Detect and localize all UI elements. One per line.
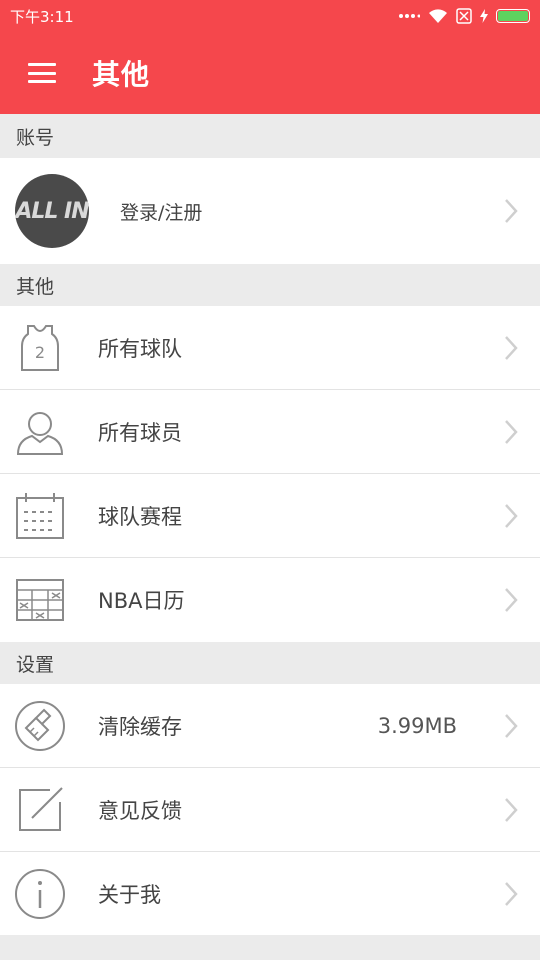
chevron-right-icon <box>505 336 518 360</box>
jersey-icon: 2 <box>21 325 59 371</box>
bottom-spacer <box>0 935 540 960</box>
chevron-right-icon <box>505 798 518 822</box>
avatar-logo-text: ALL IN <box>15 198 89 224</box>
broom-icon <box>15 701 65 751</box>
charging-icon <box>480 9 488 23</box>
chevron-right-icon <box>505 420 518 444</box>
status-bar: 下午3:11 <box>0 0 540 32</box>
list-item-all-teams[interactable]: 2 所有球队 <box>0 306 540 390</box>
section-header-other: 其他 <box>0 264 540 306</box>
list-item-label: 所有球员 <box>98 421 182 445</box>
chevron-right-icon <box>505 714 518 738</box>
status-icons <box>398 8 530 24</box>
hamburger-menu-icon[interactable] <box>28 63 56 83</box>
chevron-right-icon <box>505 588 518 612</box>
list-item-about[interactable]: 关于我 <box>0 852 540 935</box>
calendar-icon <box>16 493 64 539</box>
status-time: 下午3:11 <box>10 7 74 26</box>
list-item-label: 清除缓存 <box>98 715 182 739</box>
list-item-label: 球队赛程 <box>98 505 182 529</box>
person-icon <box>16 412 64 455</box>
section-header-settings: 设置 <box>0 642 540 684</box>
no-sim-icon <box>456 8 472 24</box>
wifi-icon <box>429 9 447 23</box>
login-register-label: 登录/注册 <box>120 201 203 224</box>
signal-dots-icon <box>399 14 420 18</box>
calendar-grid-icon <box>16 579 64 621</box>
info-icon <box>15 868 65 919</box>
section-header-account: 账号 <box>0 114 540 158</box>
list-item-nba-calendar[interactable]: NBA日历 <box>0 558 540 642</box>
svg-text:2: 2 <box>35 343 45 362</box>
list-item-clear-cache[interactable]: 清除缓存 3.99MB <box>0 684 540 768</box>
list-item-label: 所有球队 <box>98 337 182 361</box>
list-item-label: NBA日历 <box>98 589 185 613</box>
list-item-label: 关于我 <box>98 882 161 907</box>
list-item-all-players[interactable]: 所有球员 <box>0 390 540 474</box>
list-item-label: 意见反馈 <box>98 799 182 823</box>
list-item-feedback[interactable]: 意见反馈 <box>0 768 540 852</box>
edit-icon <box>19 787 63 831</box>
list-item-team-schedule[interactable]: 球队赛程 <box>0 474 540 558</box>
page-title: 其他 <box>92 58 151 91</box>
battery-icon <box>496 9 530 23</box>
cache-size-value: 3.99MB <box>377 714 457 738</box>
login-row[interactable]: ALL IN 登录/注册 <box>0 158 540 264</box>
avatar[interactable]: ALL IN <box>15 174 89 248</box>
chevron-right-icon <box>505 504 518 528</box>
chevron-right-icon <box>505 881 518 906</box>
app-bar: 其他 <box>0 32 540 114</box>
chevron-right-icon <box>505 199 518 223</box>
